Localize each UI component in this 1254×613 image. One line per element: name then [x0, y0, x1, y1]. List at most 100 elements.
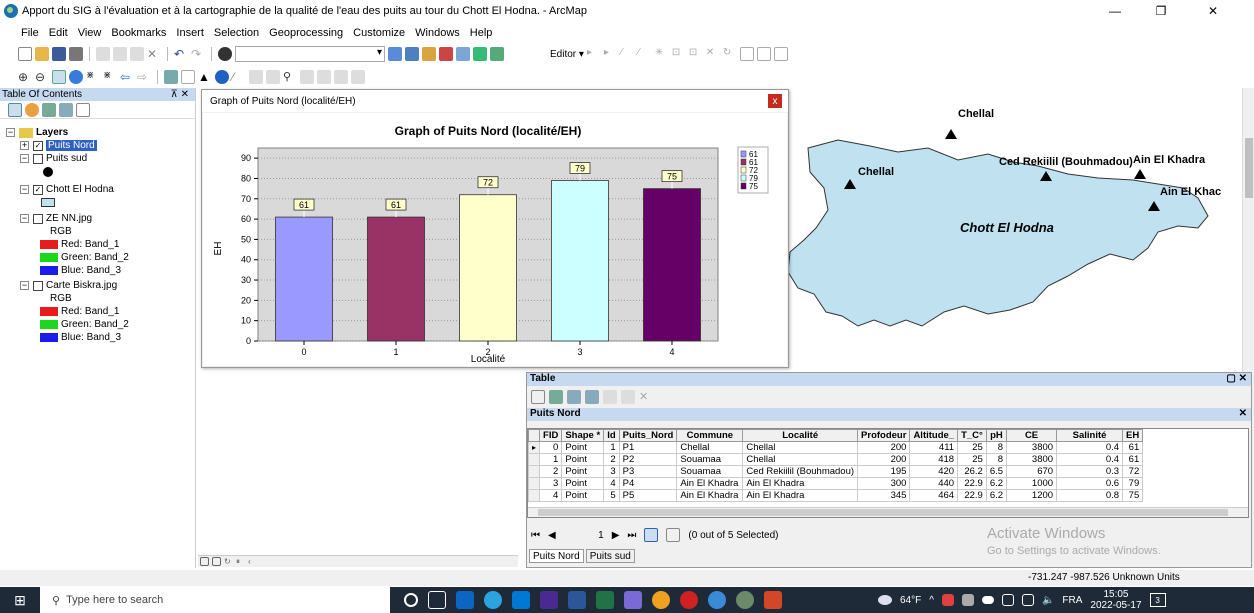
puits-sud-checkbox[interactable]: [33, 153, 43, 164]
zoom-to-selected-icon[interactable]: [621, 390, 635, 404]
weather-temp[interactable]: 64°F: [900, 595, 921, 606]
reshape-icon[interactable]: ⊡: [689, 47, 703, 61]
table-cell[interactable]: Ced Rekiilil (Bouhmadou): [742, 465, 859, 478]
menu-file[interactable]: File: [16, 27, 44, 39]
start-icon[interactable]: ⊞: [0, 592, 40, 609]
table-cell[interactable]: 200: [857, 441, 911, 454]
close-window-button[interactable]: ✕: [1190, 0, 1236, 22]
volume-icon[interactable]: 🔈: [1042, 595, 1054, 606]
table-cell[interactable]: 3: [539, 477, 563, 490]
well-marker-ain-el-khadra[interactable]: [1134, 169, 1146, 179]
undo-icon[interactable]: ↶: [174, 47, 188, 61]
pan-icon[interactable]: [52, 70, 66, 84]
row-selector[interactable]: [527, 465, 541, 478]
list-by-visibility-icon[interactable]: [42, 102, 56, 117]
column-header[interactable]: Profodeur: [857, 429, 911, 442]
arcmap-taskbar-icon[interactable]: [708, 591, 726, 609]
table-cell[interactable]: Ain El Khadra: [676, 477, 744, 490]
layout-view-icon[interactable]: [212, 557, 221, 566]
table-cell[interactable]: 4: [539, 489, 563, 502]
redo-icon[interactable]: ↷: [191, 47, 205, 61]
zoom-out-icon[interactable]: ⊖: [35, 70, 49, 84]
expand-icon[interactable]: +: [20, 141, 29, 150]
table-of-contents-icon[interactable]: [405, 47, 419, 61]
powerpoint-icon[interactable]: [764, 591, 782, 609]
bar[interactable]: [459, 194, 517, 342]
battery-icon[interactable]: [1001, 594, 1014, 606]
cortana-icon[interactable]: [404, 593, 418, 607]
identify-icon[interactable]: [215, 70, 229, 84]
table-cell[interactable]: 4: [603, 477, 620, 490]
menu-windows[interactable]: Windows: [410, 27, 465, 39]
table-cell[interactable]: Ain El Khadra: [676, 489, 744, 502]
table-cell[interactable]: 6.2: [985, 477, 1008, 490]
print-icon[interactable]: [69, 47, 83, 61]
store-icon[interactable]: [624, 591, 642, 609]
grid-scrollbar-thumb[interactable]: [538, 509, 1228, 516]
toc-item-puits-sud[interactable]: − Puits sud: [20, 152, 87, 165]
table-window-titlebar[interactable]: Table ▢ ✕: [527, 373, 1251, 386]
tray-chevron-icon[interactable]: ^: [929, 595, 934, 606]
table-cell[interactable]: 8: [985, 453, 1008, 466]
scroll-left-icon[interactable]: ‹: [248, 557, 257, 566]
viewer-icon[interactable]: [351, 70, 365, 84]
column-header[interactable]: CE: [1006, 429, 1058, 442]
cut-icon[interactable]: [96, 47, 110, 61]
table-cell[interactable]: 79: [1122, 477, 1144, 490]
table-cell[interactable]: 418: [909, 453, 959, 466]
hyperlink-icon[interactable]: ⁄: [232, 70, 246, 84]
table-cell[interactable]: 670: [1006, 465, 1058, 478]
column-header[interactable]: pH: [985, 429, 1008, 442]
menu-view[interactable]: View: [73, 27, 107, 39]
onedrive-icon[interactable]: [981, 596, 994, 604]
menu-selection[interactable]: Selection: [209, 27, 264, 39]
fixed-zoom-out-icon[interactable]: ⋇: [103, 70, 117, 84]
collapse-icon[interactable]: −: [20, 214, 29, 223]
table-cell[interactable]: 411: [909, 441, 959, 454]
puits-nord-label[interactable]: Puits Nord: [46, 140, 97, 151]
table-window[interactable]: Table ▢ ✕ ✕ Puits Nord ✕ FID Shape * Id …: [526, 372, 1252, 568]
clock[interactable]: 15:05 2022-05-17: [1090, 589, 1141, 611]
table-row[interactable]: 1 Point 2 P2 Souamaa Chellal 200 418 25 8 3800 0.4 6…: [527, 453, 1144, 466]
attributes-icon[interactable]: [739, 47, 754, 61]
minimize-button[interactable]: —: [1092, 0, 1138, 22]
bar[interactable]: [367, 216, 425, 342]
linkedin-icon[interactable]: [456, 591, 474, 609]
notifications-icon[interactable]: 3: [1149, 593, 1166, 607]
table-window-controls[interactable]: ▢ ✕: [1226, 373, 1247, 384]
maximize-button[interactable]: ❐: [1138, 0, 1184, 22]
taskbar-search-box[interactable]: ⚲ Type here to search: [40, 587, 390, 613]
well-marker-chellal-north[interactable]: [945, 129, 957, 139]
table-cell[interactable]: 1200: [1006, 489, 1058, 502]
straight-segment-icon[interactable]: ⁄: [621, 47, 635, 61]
collapse-icon[interactable]: −: [6, 128, 15, 137]
save-icon[interactable]: [52, 47, 66, 61]
word-icon[interactable]: [568, 591, 586, 609]
paste-icon[interactable]: [130, 47, 144, 61]
table-cell[interactable]: 200: [857, 453, 911, 466]
table-cell[interactable]: 2: [603, 453, 620, 466]
row-selector[interactable]: [527, 477, 541, 490]
table-cell[interactable]: 75: [1122, 489, 1144, 502]
column-header[interactable]: Altitude_: [909, 429, 959, 442]
task-view-icon[interactable]: [428, 591, 446, 609]
table-cell[interactable]: Point: [561, 465, 605, 478]
new-doc-icon[interactable]: [18, 47, 32, 61]
table-cell[interactable]: 3800: [1006, 441, 1058, 454]
menu-edit[interactable]: Edit: [44, 27, 73, 39]
select-elements-icon[interactable]: ▲: [198, 70, 212, 84]
table-cell[interactable]: 345: [857, 489, 911, 502]
table-cell[interactable]: 1: [603, 441, 620, 454]
menu-help[interactable]: Help: [465, 27, 498, 39]
column-header[interactable]: Localité: [742, 429, 859, 442]
well-marker-chellal[interactable]: [844, 179, 856, 189]
row-selector[interactable]: [527, 489, 541, 502]
bar[interactable]: [643, 188, 701, 342]
column-header[interactable]: EH: [1122, 429, 1144, 442]
list-by-selection-icon[interactable]: [59, 102, 73, 117]
table-cell[interactable]: 420: [909, 465, 959, 478]
find-icon[interactable]: ⚲: [283, 70, 297, 84]
column-header[interactable]: Puits_Nord: [618, 429, 678, 442]
table-cell[interactable]: 0.8: [1056, 489, 1124, 502]
point-icon[interactable]: ✳: [655, 47, 669, 61]
